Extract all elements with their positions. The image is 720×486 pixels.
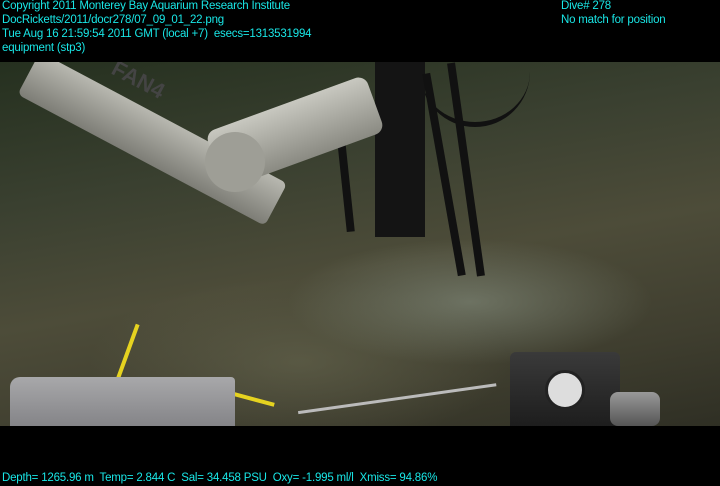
gauge-dial bbox=[545, 370, 585, 410]
sampler-frame bbox=[375, 62, 425, 237]
arm-elbow bbox=[205, 132, 265, 192]
metal-cylinder bbox=[610, 392, 660, 426]
category-text: equipment (stp3) bbox=[2, 42, 86, 54]
dive-number-text: Dive# 278 bbox=[561, 0, 611, 12]
yellow-rope bbox=[230, 391, 275, 407]
file-path-text: DocRicketts/2011/docr278/07_09_01_22.png bbox=[2, 14, 224, 26]
timestamp-text: Tue Aug 16 21:59:54 2011 GMT (local +7) … bbox=[2, 28, 312, 40]
equipment-panel bbox=[10, 377, 235, 426]
sample-tray bbox=[297, 383, 503, 426]
seafloor-video-frame: FAN4 bbox=[0, 62, 720, 426]
copyright-text: Copyright 2011 Monterey Bay Aquarium Res… bbox=[2, 0, 290, 12]
position-status-text: No match for position bbox=[561, 14, 666, 26]
telemetry-text: Depth= 1265.96 m Temp= 2.844 C Sal= 34.4… bbox=[2, 472, 438, 484]
